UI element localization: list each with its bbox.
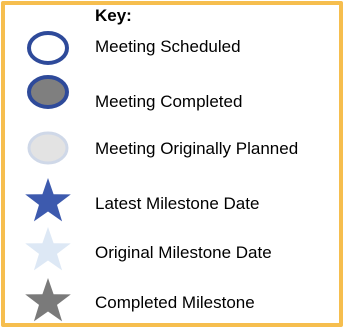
key-item-label: Latest Milestone Date	[95, 194, 260, 213]
key-item-label: Meeting Originally Planned	[95, 139, 299, 158]
blue-star-icon	[25, 178, 71, 222]
key-item-label: Meeting Completed	[95, 92, 243, 111]
key-item-completed-milestone: Completed Milestone	[0, 278, 350, 322]
key-item-label: Original Milestone Date	[95, 243, 272, 262]
key-item-meeting-originally-planned: Meeting Originally Planned	[0, 128, 350, 168]
key-item-meeting-completed: Meeting Completed	[0, 72, 350, 112]
gray-star-icon	[25, 278, 71, 322]
key-item-label: Completed Milestone	[95, 293, 255, 312]
gray-filled-circle-icon	[27, 75, 69, 109]
key-title: Key:	[95, 6, 132, 25]
key-item-original-milestone-date: Original Milestone Date	[0, 227, 350, 271]
key-item-latest-milestone-date: Latest Milestone Date	[0, 178, 350, 222]
light-gray-circle-icon	[27, 131, 69, 165]
key-item-label: Meeting Scheduled	[95, 37, 241, 56]
open-circle-icon	[27, 31, 69, 65]
light-blue-star-icon	[25, 227, 71, 271]
key-item-meeting-scheduled: Meeting Scheduled	[0, 28, 350, 68]
